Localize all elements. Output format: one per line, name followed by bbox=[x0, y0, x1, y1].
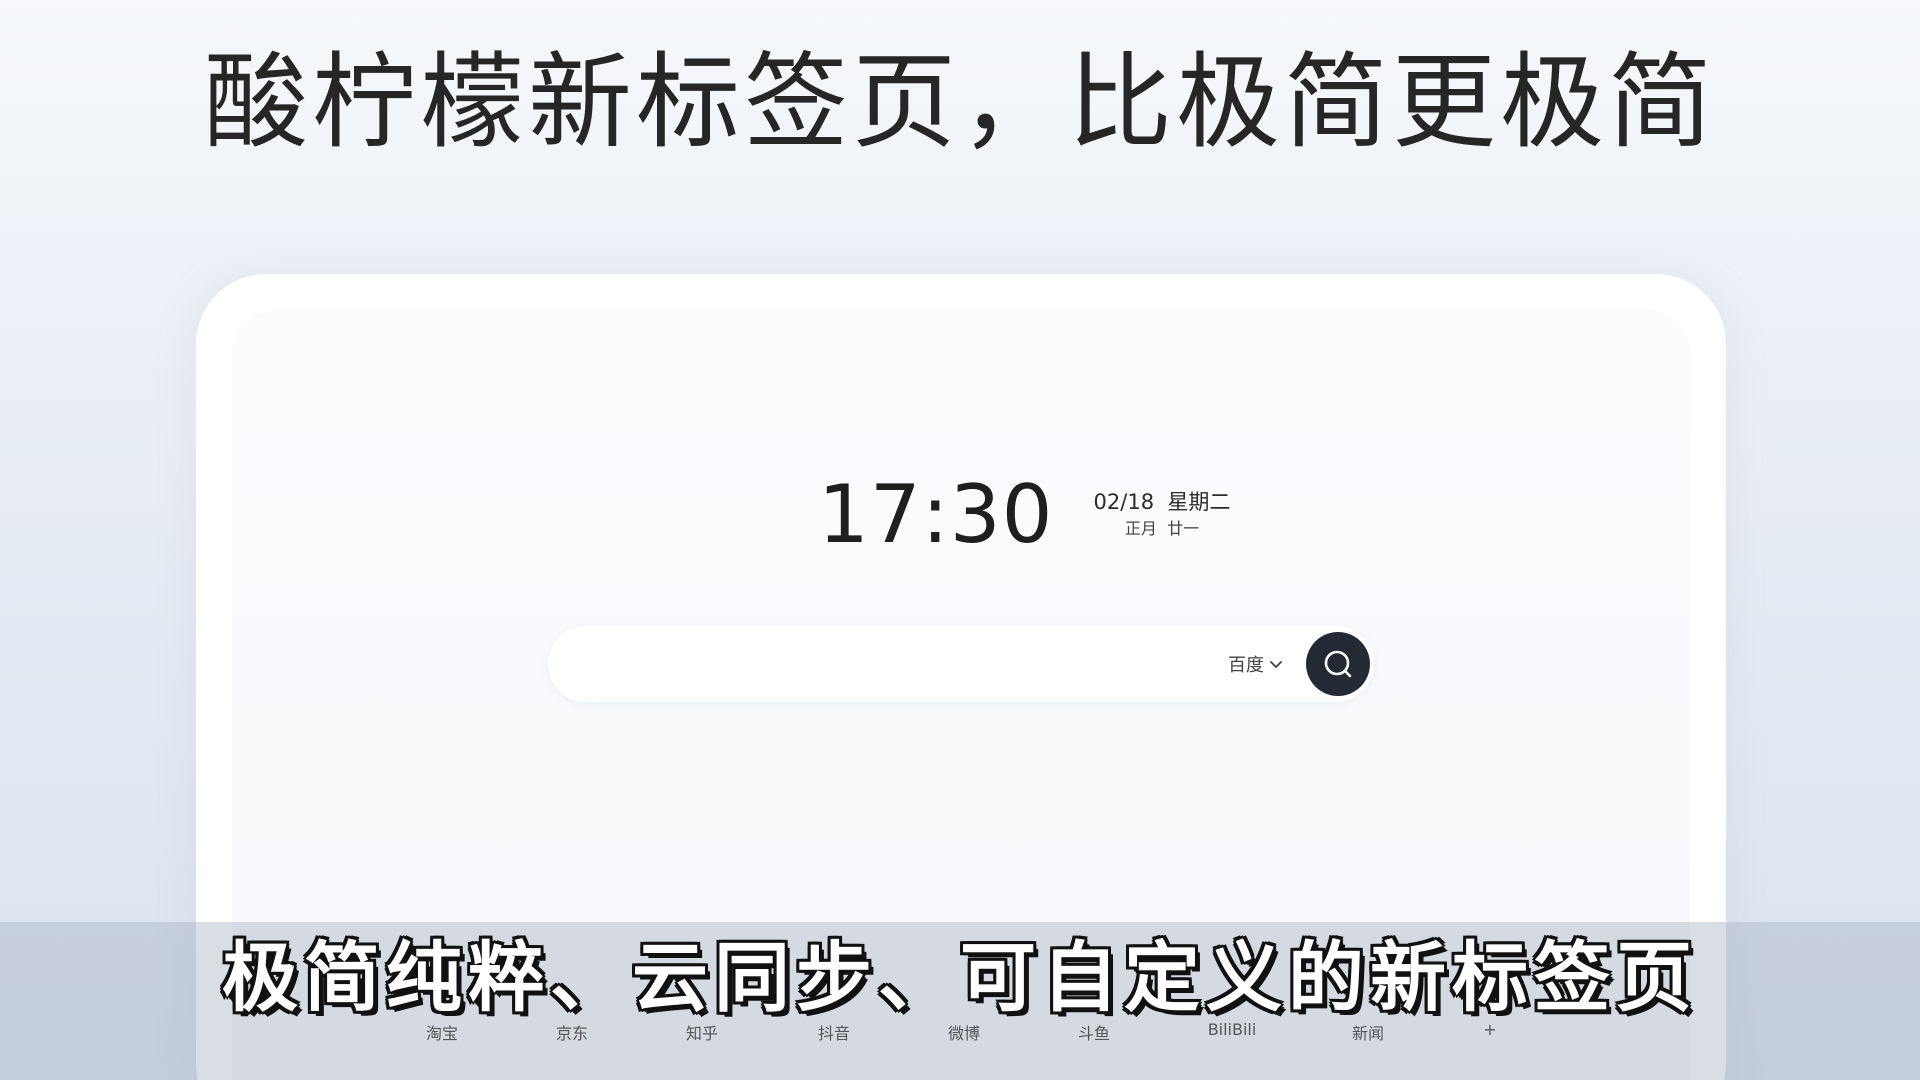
weekday-text: 星期二 bbox=[1167, 490, 1231, 514]
clock-time: 17:30 bbox=[818, 468, 1054, 561]
video-headline: 酸柠檬新标签页，比极简更极简 bbox=[203, 41, 1716, 163]
lunar-day: 廿一 bbox=[1167, 519, 1200, 538]
search-bar: 百度 bbox=[548, 626, 1374, 702]
date-text: 02/18 bbox=[1093, 490, 1155, 514]
search-icon bbox=[1324, 650, 1352, 678]
search-button[interactable] bbox=[1306, 632, 1370, 696]
lunar-date-line: 正月 廿一 bbox=[1125, 516, 1199, 542]
video-caption: 极简纯粹、云同步、可自定义的新标签页 bbox=[222, 933, 1698, 1022]
date-block: 02/18 星期二 正月 廿一 bbox=[1094, 488, 1231, 542]
search-engine-label: 百度 bbox=[1228, 655, 1264, 676]
clock-widget: 17:30 02/18 星期二 正月 廿一 bbox=[818, 470, 1230, 560]
chevron-down-icon bbox=[1270, 661, 1282, 668]
lunar-month: 正月 bbox=[1124, 519, 1157, 538]
date-line: 02/18 星期二 bbox=[1094, 488, 1231, 516]
search-engine-dropdown[interactable]: 百度 bbox=[1228, 650, 1284, 678]
search-input[interactable] bbox=[578, 646, 1202, 684]
